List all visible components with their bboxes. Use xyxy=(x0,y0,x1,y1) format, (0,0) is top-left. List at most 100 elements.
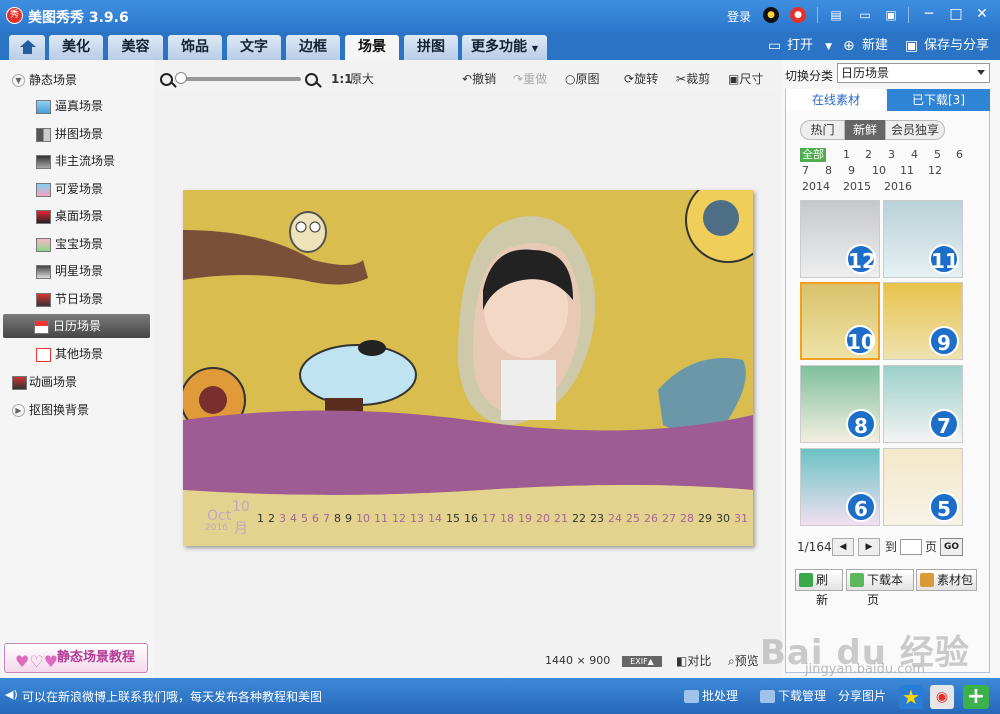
filter-month[interactable]: 4 xyxy=(911,148,918,162)
tab-beauty[interactable]: 美容 xyxy=(108,35,163,60)
filter-year[interactable]: 2014 xyxy=(802,180,830,194)
sidebar-item-alternative[interactable]: 非主流场景 xyxy=(36,149,150,173)
calendar-scene-photo[interactable]: Oct 2016 10 月 1 2 3 4 5 6 7 8 9 10 11 12 13 14 15 16 17 1… xyxy=(183,190,753,546)
new-button[interactable]: ⊕ 新建 xyxy=(843,36,888,56)
go-button[interactable]: GO xyxy=(940,538,963,556)
sidebar-item-festival[interactable]: 节日场景 xyxy=(36,287,150,311)
tab-text[interactable]: 文字 xyxy=(227,35,281,60)
tab-online-material[interactable]: 在线素材 xyxy=(786,89,886,111)
document-icon[interactable]: ▤ xyxy=(828,7,844,23)
redo-button[interactable]: ↷重做 xyxy=(513,70,547,88)
filter-hot[interactable]: 热门 xyxy=(800,120,845,140)
sidebar-group-animated[interactable]: 动画场景 xyxy=(12,370,162,394)
page-input[interactable] xyxy=(900,539,922,555)
download-manager-button[interactable]: 下载管理 xyxy=(760,687,826,704)
tab-accessories[interactable]: 饰品 xyxy=(168,35,222,60)
tab-home[interactable] xyxy=(9,35,45,60)
sidebar-item-collage[interactable]: 拼图场景 xyxy=(36,122,150,146)
star-icon[interactable]: ★ xyxy=(899,685,923,709)
batch-button[interactable]: 批处理 xyxy=(684,687,738,704)
tab-border[interactable]: 边框 xyxy=(286,35,340,60)
material-pack-button[interactable]: 素材包 xyxy=(916,569,977,591)
next-page-button[interactable]: ▶ xyxy=(858,538,880,556)
undo-button[interactable]: ↶撤销 xyxy=(462,70,496,88)
filter-vip[interactable]: 会员独享 xyxy=(885,120,945,140)
weibo-icon[interactable]: ● xyxy=(790,7,806,23)
crop-button[interactable]: ✂裁剪 xyxy=(676,70,710,88)
material-thumbnail[interactable]: 11 xyxy=(883,200,963,278)
filter-month[interactable]: 11 xyxy=(900,164,914,178)
add-icon[interactable]: + xyxy=(963,685,989,709)
tutorial-button[interactable]: ♥♡♥ 静态场景教程 xyxy=(4,643,148,673)
calendar-day: 4 xyxy=(290,512,297,525)
filter-month[interactable]: 2 xyxy=(865,148,872,162)
category-select[interactable]: 日历场景 xyxy=(837,63,990,83)
sidebar-item-desktop[interactable]: 桌面场景 xyxy=(36,204,150,228)
tab-beautify[interactable]: 美化 xyxy=(49,35,103,60)
filter-new[interactable]: 新鲜 xyxy=(845,120,885,140)
maximize-button[interactable]: □ xyxy=(946,5,966,25)
sidebar-item-calendar[interactable]: 日历场景 xyxy=(3,314,150,338)
material-thumbnail[interactable]: 8 xyxy=(800,365,880,443)
close-button[interactable]: ✕ xyxy=(972,5,992,25)
calendar-day: 14 xyxy=(428,512,442,525)
preview-button[interactable]: ⌕预览 xyxy=(728,654,759,668)
material-thumbnail[interactable]: 6 xyxy=(800,448,880,526)
filter-month[interactable]: 12 xyxy=(928,164,942,178)
filter-year[interactable]: 2016 xyxy=(884,180,912,194)
qq-icon[interactable]: ● xyxy=(763,7,779,23)
filter-month[interactable]: 1 xyxy=(843,148,850,162)
login-link[interactable]: 登录 xyxy=(727,8,751,25)
share-image-button[interactable]: 分享图片 xyxy=(838,687,886,704)
material-thumbnail[interactable]: 7 xyxy=(883,365,963,443)
material-thumbnail[interactable]: 5 xyxy=(883,448,963,526)
filter-month[interactable]: 6 xyxy=(956,148,963,162)
sidebar-item-other[interactable]: 其他场景 xyxy=(36,342,150,366)
material-thumbnail[interactable]: 9 xyxy=(883,282,963,360)
crop-label: 裁剪 xyxy=(686,72,711,86)
tab-downloaded[interactable]: 已下载[3] xyxy=(887,89,990,111)
message-icon[interactable]: ▭ xyxy=(857,7,873,23)
minimize-button[interactable]: ─ xyxy=(919,5,939,25)
sidebar-item-celebrity[interactable]: 明星场景 xyxy=(36,259,150,283)
refresh-button[interactable]: 刷新 xyxy=(795,569,843,607)
filter-month[interactable]: 8 xyxy=(825,164,832,178)
zoom-slider-knob[interactable] xyxy=(175,72,187,84)
resize-button[interactable]: ▣尺寸 xyxy=(728,70,763,88)
material-thumbnail[interactable]: 12 xyxy=(800,200,880,278)
filter-year[interactable]: 2015 xyxy=(843,180,871,194)
open-label: 打开 xyxy=(787,38,814,53)
skin-icon[interactable]: ▣ xyxy=(883,7,899,23)
filter-month[interactable]: 10 xyxy=(872,164,886,178)
download-manager-icon xyxy=(760,690,775,703)
weibo-share-icon[interactable]: ◉ xyxy=(930,685,954,709)
filter-month[interactable]: 3 xyxy=(888,148,895,162)
filter-month[interactable]: 9 xyxy=(848,164,855,178)
zoom-out-button[interactable] xyxy=(160,70,173,88)
original-size-button[interactable]: 原大 xyxy=(350,70,374,88)
calendar-day: 21 xyxy=(554,512,568,525)
prev-page-button[interactable]: ◀ xyxy=(832,538,854,556)
original-image-button[interactable]: ○原图 xyxy=(565,70,600,88)
sidebar-item-cute[interactable]: 可爱场景 xyxy=(36,177,150,201)
download-page-button[interactable]: 下载本页 xyxy=(846,569,914,607)
sidebar-item-baby[interactable]: 宝宝场景 xyxy=(36,232,150,256)
zoom-slider[interactable] xyxy=(175,72,301,84)
sidebar-item-realistic[interactable]: 逼真场景 xyxy=(36,94,150,118)
filter-all[interactable]: 全部 xyxy=(800,148,826,162)
sidebar-group-static[interactable]: ▼ 静态场景 xyxy=(12,68,162,92)
save-share-button[interactable]: ▣ 保存与分享 xyxy=(905,36,989,56)
tab-more-features[interactable]: 更多功能 ▼ xyxy=(462,35,547,60)
tab-scene[interactable]: 场景 xyxy=(345,35,399,60)
tab-collage[interactable]: 拼图 xyxy=(404,35,458,60)
compare-button[interactable]: ◧对比 xyxy=(676,654,711,668)
exif-button[interactable]: EXIF▲ xyxy=(622,656,662,667)
sidebar-group-cutout[interactable]: ▶ 抠图换背景 xyxy=(12,398,162,422)
magnifier-icon: ⌕ xyxy=(728,654,735,668)
rotate-button[interactable]: ⟳旋转 xyxy=(624,70,658,88)
filter-month[interactable]: 7 xyxy=(802,164,809,178)
zoom-in-button[interactable] xyxy=(305,70,318,88)
material-thumbnail[interactable]: 10 xyxy=(800,282,880,360)
filter-month[interactable]: 5 xyxy=(934,148,941,162)
open-button[interactable]: ▭ 打开 ▼ xyxy=(768,36,832,56)
